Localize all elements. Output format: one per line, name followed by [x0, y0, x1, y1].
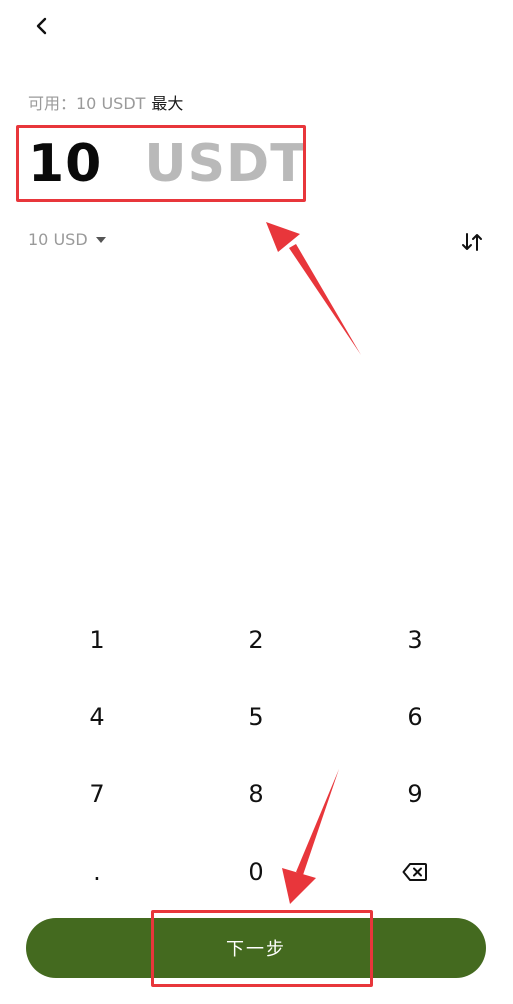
fiat-label: 10 USD	[28, 230, 88, 249]
keypad-key-5[interactable]: 5	[196, 687, 316, 747]
keypad-backspace-button[interactable]	[355, 842, 475, 902]
chevron-left-icon	[36, 17, 47, 35]
keypad-key-7[interactable]: 7	[37, 764, 157, 824]
keypad-key-8[interactable]: 8	[196, 764, 316, 824]
available-balance: 可用：10 USDT 最大	[28, 90, 183, 114]
swap-button[interactable]	[458, 228, 486, 256]
keypad-key-3[interactable]: 3	[355, 610, 475, 670]
keypad-key-6[interactable]: 6	[355, 687, 475, 747]
back-button[interactable]	[28, 12, 56, 40]
backspace-icon	[402, 863, 427, 881]
keypad-key-0[interactable]: 0	[196, 842, 316, 902]
highlight-box-amount	[16, 125, 306, 202]
keypad-key-dot[interactable]: .	[37, 842, 157, 902]
caret-down-icon	[95, 236, 106, 243]
keypad-key-9[interactable]: 9	[355, 764, 475, 824]
keypad-key-1[interactable]: 1	[37, 610, 157, 670]
fiat-currency-selector[interactable]: 10 USD	[28, 230, 106, 249]
swap-vertical-icon	[462, 233, 482, 251]
keypad-key-2[interactable]: 2	[196, 610, 316, 670]
available-label: 可用：10 USDT	[28, 94, 146, 113]
highlight-box-next	[151, 910, 373, 987]
keypad-key-4[interactable]: 4	[37, 687, 157, 747]
max-button[interactable]: 最大	[151, 94, 183, 113]
